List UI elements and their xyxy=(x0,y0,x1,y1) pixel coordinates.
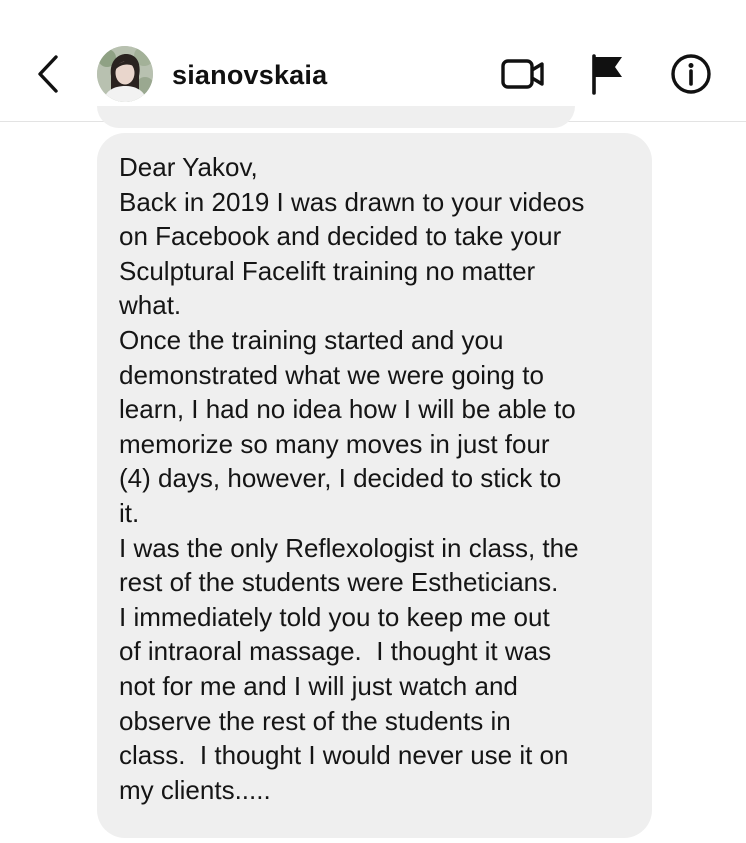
message-line: it. xyxy=(119,497,140,528)
chevron-left-icon xyxy=(38,55,58,93)
message-line: observe the rest of the students in xyxy=(119,705,511,736)
username[interactable]: sianovskaia xyxy=(172,58,327,92)
message-line: of intraoral massage. I thought it was xyxy=(119,636,552,667)
message-bubble[interactable]: Dear Yakov, Back in 2019 I was drawn to … xyxy=(97,133,652,838)
message-line: demonstrated what we were going to xyxy=(119,359,544,390)
message-line: Once the training started and you xyxy=(119,324,504,355)
message-line: I immediately told you to keep me out xyxy=(119,601,550,632)
message-line: not for me and I will just watch and xyxy=(119,670,518,701)
message-line: class. I thought I would never use it on xyxy=(119,740,569,771)
message-line: Sculptural Facelift training no matter xyxy=(119,255,536,286)
message-line: Dear Yakov, xyxy=(119,152,258,182)
message-line: memorize so many moves in just four xyxy=(119,428,550,459)
video-camera-icon xyxy=(501,59,544,89)
profile-photo xyxy=(97,46,153,102)
message-line: my clients..... xyxy=(119,774,271,805)
conversation-header: sianovskaia xyxy=(0,0,746,122)
message-line: Back in 2019 I was drawn to your videos xyxy=(119,186,585,217)
message-line: on Facebook and decided to take your xyxy=(119,221,562,252)
message-line: (4) days, however, I decided to stick to xyxy=(119,463,562,494)
back-button[interactable] xyxy=(22,48,74,100)
flag-icon xyxy=(592,54,622,95)
avatar[interactable] xyxy=(97,46,153,102)
report-button[interactable] xyxy=(584,50,632,98)
info-button[interactable] xyxy=(667,50,715,98)
previous-message-bubble xyxy=(97,106,575,128)
message-line: learn, I had no idea how I will be able … xyxy=(119,394,576,425)
video-call-button[interactable] xyxy=(499,50,547,98)
message-line: what. xyxy=(119,290,182,321)
info-icon xyxy=(671,54,711,94)
message-line: I was the only Reflexologist in class, t… xyxy=(119,532,579,563)
message-line: rest of the students were Estheticians. xyxy=(119,567,559,598)
